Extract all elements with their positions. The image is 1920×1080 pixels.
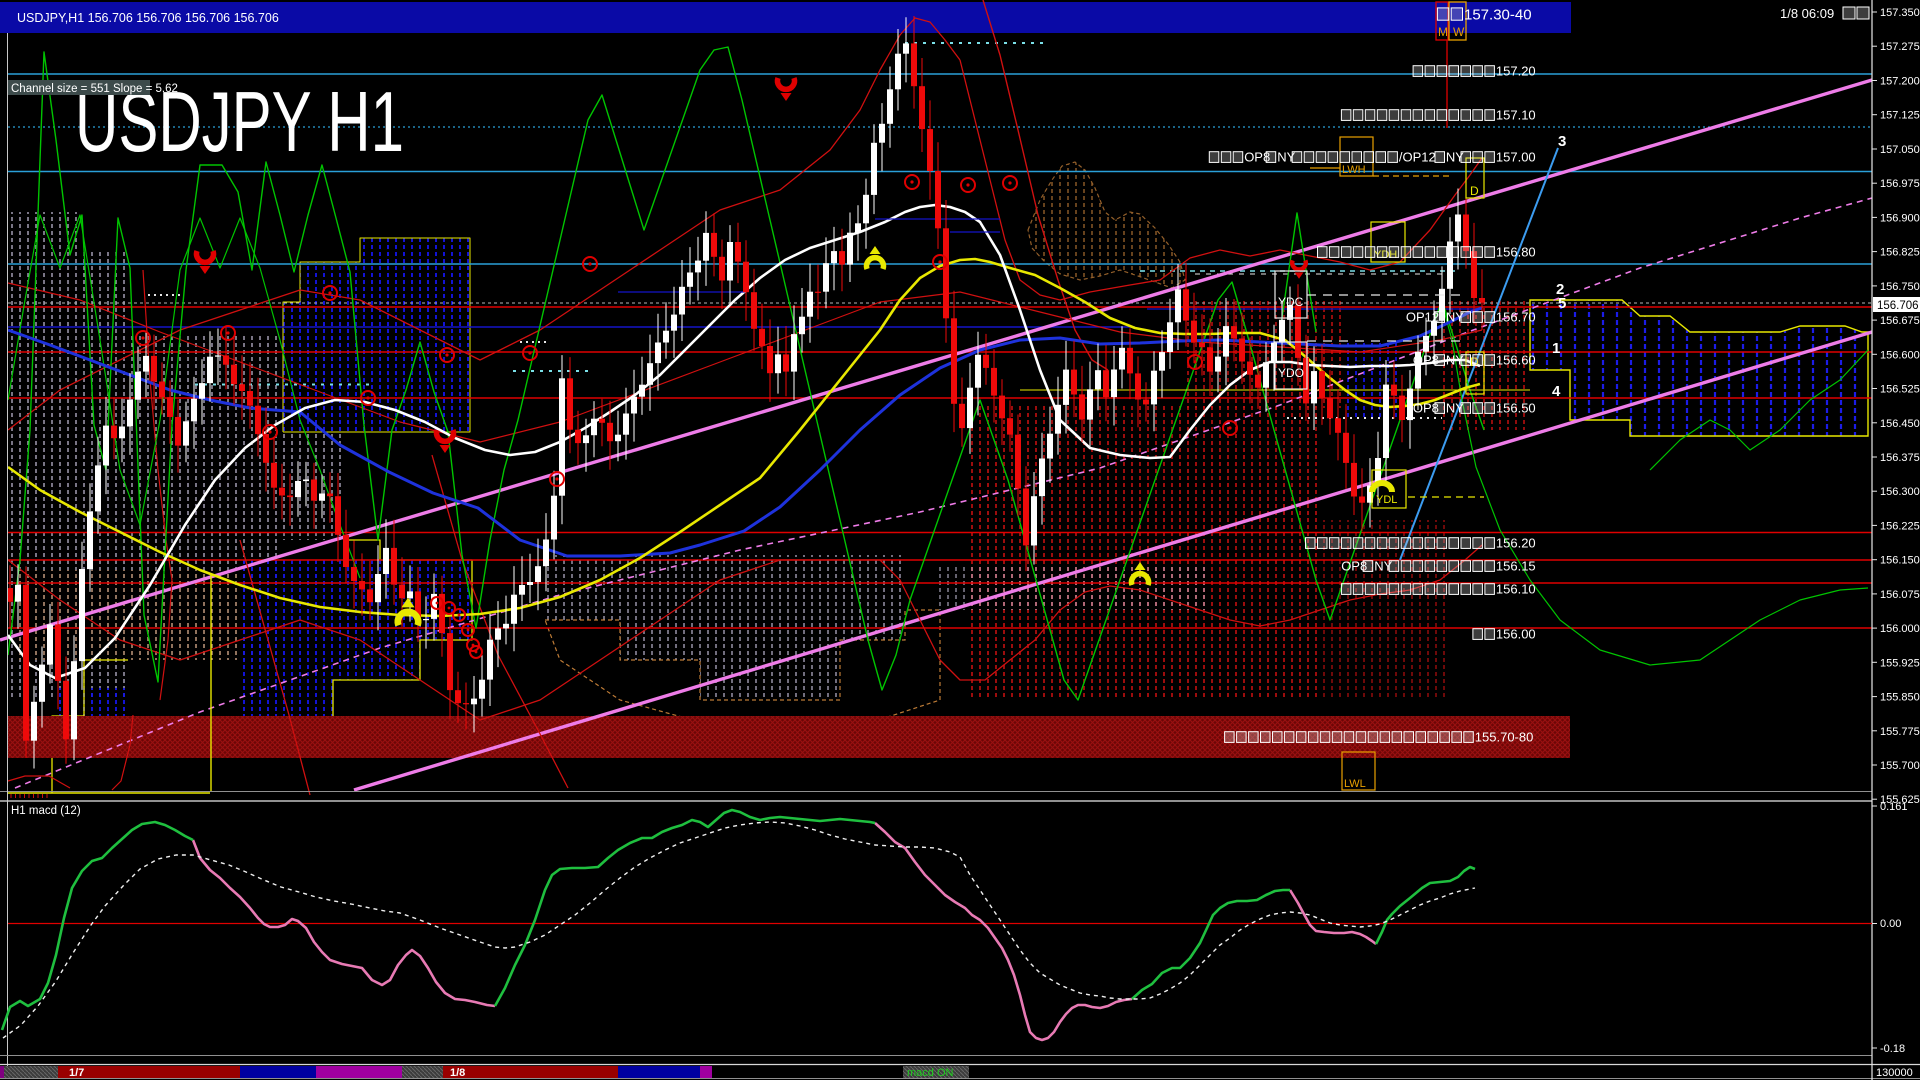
svg-text:3: 3 bbox=[1558, 133, 1566, 150]
svg-text:1/7: 1/7 bbox=[69, 1067, 84, 1079]
svg-text:YDL: YDL bbox=[1376, 494, 1397, 506]
svg-text:156.70: 156.70 bbox=[1496, 310, 1536, 325]
svg-text:H1 macd (12): H1 macd (12) bbox=[11, 805, 81, 817]
svg-text:157.275: 157.275 bbox=[1880, 41, 1920, 53]
svg-text:D: D bbox=[1470, 184, 1479, 198]
svg-text:156.706: 156.706 bbox=[1877, 300, 1919, 312]
svg-text:OP12: OP12 bbox=[1406, 310, 1439, 325]
svg-text:156.975: 156.975 bbox=[1880, 178, 1920, 190]
svg-text:155.700: 155.700 bbox=[1880, 760, 1920, 772]
svg-text:156.300: 156.300 bbox=[1880, 486, 1920, 498]
svg-text:156.150: 156.150 bbox=[1880, 555, 1920, 567]
svg-text:USDJPY,H1 156.706 156.706 156: USDJPY,H1 156.706 156.706 156.706 156.70… bbox=[17, 11, 279, 25]
svg-text:156.20: 156.20 bbox=[1496, 536, 1536, 551]
svg-text:155.70-80: 155.70-80 bbox=[1475, 730, 1534, 745]
svg-text:0.161: 0.161 bbox=[1880, 801, 1908, 813]
svg-text:156.375: 156.375 bbox=[1880, 452, 1920, 464]
svg-text:156.675: 156.675 bbox=[1880, 315, 1920, 327]
svg-text:macd ON: macd ON bbox=[907, 1067, 954, 1079]
svg-text:YDC: YDC bbox=[1278, 295, 1304, 309]
svg-text:YDO: YDO bbox=[1278, 366, 1304, 380]
svg-text:157.050: 157.050 bbox=[1880, 144, 1920, 156]
svg-text:157.10: 157.10 bbox=[1496, 108, 1536, 123]
svg-text:156.000: 156.000 bbox=[1880, 623, 1920, 635]
svg-text:156.80: 156.80 bbox=[1496, 245, 1536, 260]
svg-text:156.450: 156.450 bbox=[1880, 418, 1920, 430]
svg-text:157.125: 157.125 bbox=[1880, 110, 1920, 122]
svg-text:-0.18: -0.18 bbox=[1880, 1043, 1905, 1055]
svg-text:155.850: 155.850 bbox=[1880, 692, 1920, 704]
svg-text:LWL: LWL bbox=[1344, 778, 1366, 790]
svg-text:156.525: 156.525 bbox=[1880, 384, 1920, 396]
svg-text:155.925: 155.925 bbox=[1880, 657, 1920, 669]
svg-text:156.225: 156.225 bbox=[1880, 520, 1920, 532]
svg-text:156.825: 156.825 bbox=[1880, 247, 1920, 259]
svg-text:156.075: 156.075 bbox=[1880, 589, 1920, 601]
svg-text:157.20: 157.20 bbox=[1496, 64, 1536, 79]
svg-text:4: 4 bbox=[1552, 383, 1561, 400]
svg-text:5: 5 bbox=[1558, 295, 1566, 312]
svg-text:W: W bbox=[1453, 25, 1465, 39]
svg-text:130000: 130000 bbox=[1876, 1067, 1913, 1079]
svg-text:156.600: 156.600 bbox=[1880, 349, 1920, 361]
svg-text:156.750: 156.750 bbox=[1880, 281, 1920, 293]
svg-text:156.10: 156.10 bbox=[1496, 582, 1536, 597]
svg-text:/OP12: /OP12 bbox=[1399, 150, 1436, 165]
svg-text:157.350: 157.350 bbox=[1880, 7, 1920, 19]
svg-text:156.60: 156.60 bbox=[1496, 353, 1536, 368]
svg-text:156.900: 156.900 bbox=[1880, 212, 1920, 224]
svg-text:157.200: 157.200 bbox=[1880, 76, 1920, 88]
svg-text:155.775: 155.775 bbox=[1880, 726, 1920, 738]
svg-text:1/8 06:09: 1/8 06:09 bbox=[1780, 6, 1834, 21]
svg-text:156.00: 156.00 bbox=[1496, 627, 1536, 642]
svg-text:156.15: 156.15 bbox=[1496, 559, 1536, 574]
svg-text:M: M bbox=[1438, 25, 1448, 39]
svg-text:1: 1 bbox=[1552, 340, 1560, 357]
svg-text:1/8: 1/8 bbox=[450, 1067, 465, 1079]
svg-text:0.00: 0.00 bbox=[1880, 918, 1901, 930]
svg-text:156.50: 156.50 bbox=[1496, 401, 1536, 416]
svg-text:Channel size = 551 Slope = 5.6: Channel size = 551 Slope = 5.62 bbox=[11, 83, 178, 95]
svg-text:LWH: LWH bbox=[1342, 164, 1366, 176]
svg-text:157.30-40: 157.30-40 bbox=[1464, 6, 1532, 23]
svg-text:157.00: 157.00 bbox=[1496, 150, 1536, 165]
